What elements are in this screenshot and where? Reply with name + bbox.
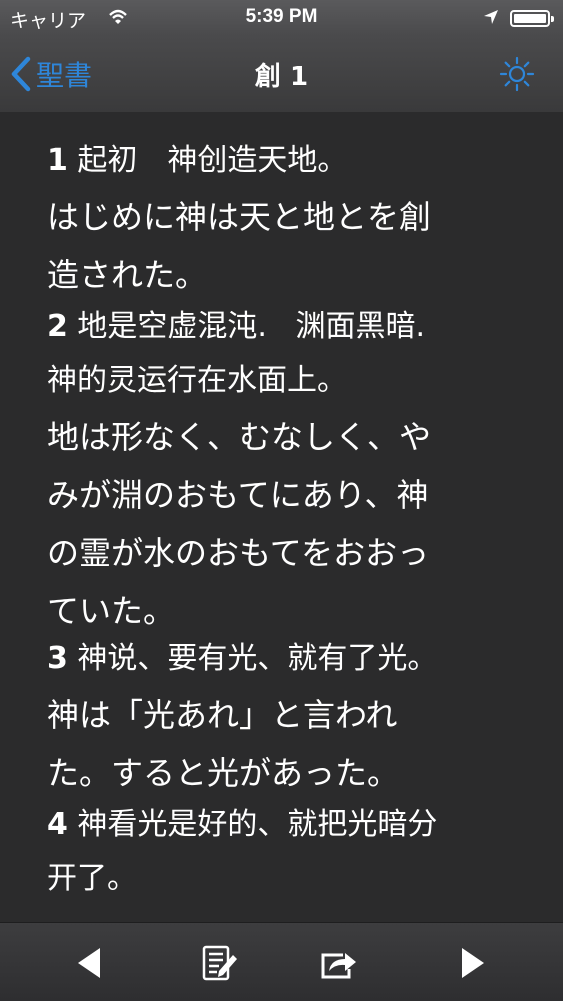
brightness-icon[interactable] — [499, 56, 535, 92]
status-bar: キャリア 5:39 PM — [0, 0, 563, 36]
verse-1: 1 起初 神创造天地。 はじめに神は天と地とを創 造された。 — [47, 134, 527, 304]
verse-zh-line: 地是空虚混沌. 渊面黑暗. — [67, 309, 426, 344]
verse-3: 3 神说、要有光、就有了光。 神は「光あれ」と言われ た。すると光があった。 — [47, 632, 527, 802]
share-icon[interactable] — [319, 943, 359, 983]
verse-ja-line: の霊が水のおもてをおおっ — [47, 534, 430, 572]
verse-zh-line: 神看光是好的、就把光暗分 — [67, 807, 438, 842]
verse-zh-line: 神的灵运行在水面上。 — [47, 363, 347, 398]
verse-content[interactable]: 1 起初 神创造天地。 はじめに神は天と地とを創 造された。 2 地是空虚混沌.… — [0, 112, 563, 920]
location-arrow-icon — [484, 10, 498, 24]
verse-ja-line: 神は「光あれ」と言われ — [47, 696, 398, 734]
verse-ja-line: はじめに神は天と地とを創 — [47, 198, 432, 236]
verse-number: 2 — [47, 309, 68, 344]
verse-zh-line: 开了。 — [47, 861, 137, 896]
verse-zh-line: 起初 神创造天地。 — [67, 143, 348, 178]
verse-zh-text: 1 起初 神创造天地。 — [47, 134, 527, 188]
verse-ja-line: 造された。 — [47, 256, 208, 294]
bottom-toolbar — [0, 922, 563, 1001]
verse-number: 3 — [47, 641, 68, 676]
verse-4: 4 神看光是好的、就把光暗分 开了。 — [47, 798, 527, 906]
prev-chapter-icon[interactable] — [70, 943, 110, 983]
page-title: 創 1 — [254, 62, 309, 92]
verse-ja-line: 地は形なく、むなしく、や — [47, 418, 432, 456]
status-time: 5:39 PM — [245, 6, 318, 27]
verse-zh-line: 神说、要有光、就有了光。 — [67, 641, 438, 676]
verse-zh-text: 2 地是空虚混沌. 渊面黑暗. — [47, 300, 527, 354]
battery-icon — [510, 10, 554, 27]
verse-zh-text: 3 神说、要有光、就有了光。 — [47, 632, 527, 686]
notes-icon[interactable] — [199, 943, 239, 983]
verse-number: 4 — [47, 807, 68, 842]
verse-zh-text: 4 神看光是好的、就把光暗分 — [47, 798, 527, 852]
next-chapter-icon[interactable] — [452, 943, 492, 983]
verse-2: 2 地是空虚混沌. 渊面黑暗. 神的灵运行在水面上。 地は形なく、むなしく、や … — [47, 300, 527, 640]
navigation-bar: 聖書 創 1 — [0, 36, 563, 112]
verse-number: 1 — [47, 143, 68, 178]
verse-ja-line: た。すると光があった。 — [47, 754, 400, 792]
verse-ja-line: みが淵のおもてにあり、神 — [47, 476, 429, 514]
